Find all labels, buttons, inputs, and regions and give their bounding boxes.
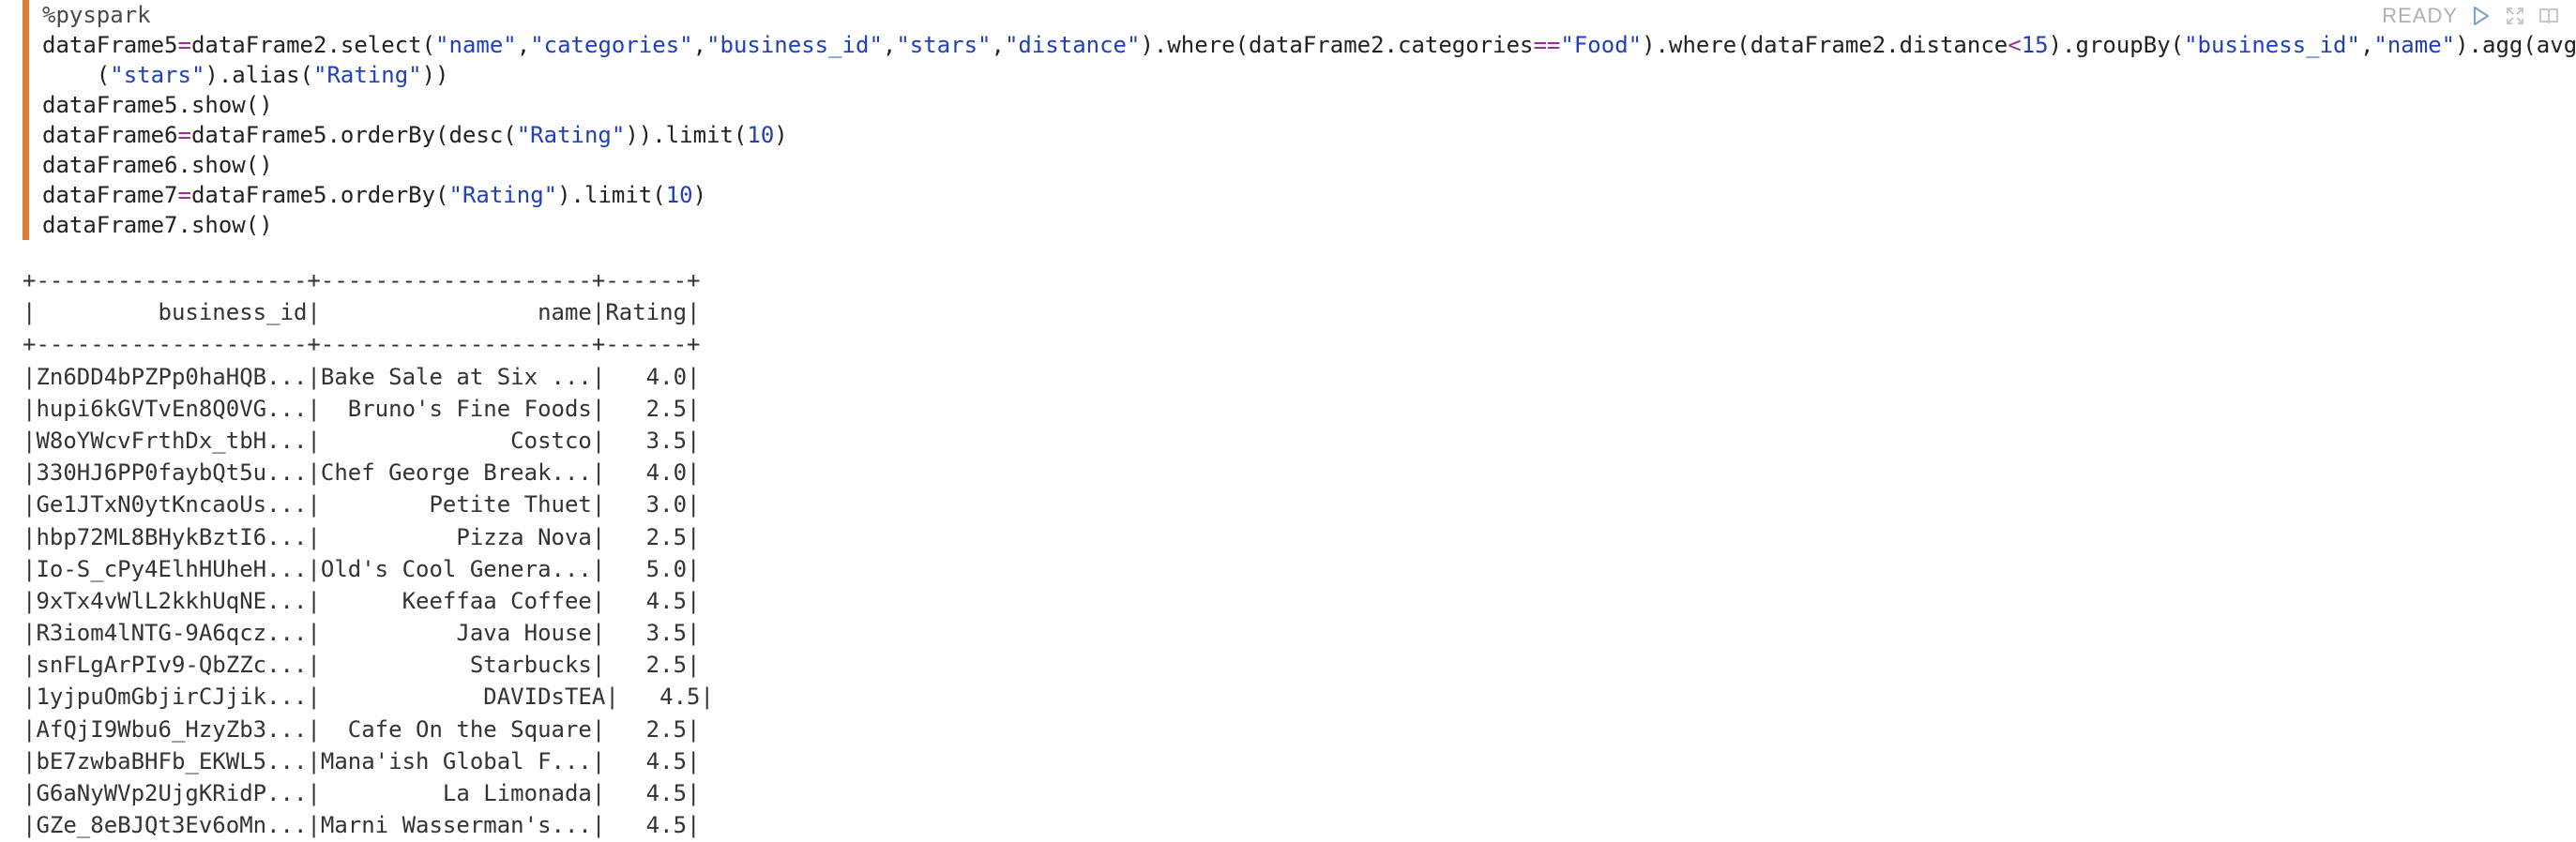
code-token: )).limit( [625,122,748,148]
code-token: dataFrame5 [42,32,178,58]
table-row: |hupi6kGVTvEn8Q0VG...| Bruno's Fine Food… [23,395,701,422]
code-token: , [516,32,531,58]
code-token: "business_id" [2184,32,2360,58]
code-line[interactable]: dataFrame5.show() [42,90,2555,120]
table-row: |GZe_8eBJQt3Ev6oMn...|Marni Wasserman's.… [23,812,701,839]
table-row: |G6aNyWVp2UjgKRidP...| La Limonada| 4.5| [23,780,701,806]
code-token: ) [774,122,788,148]
code-line[interactable]: dataFrame6.show() [42,150,2555,180]
code-token: ).groupBy( [2048,32,2185,58]
code-line[interactable]: dataFrame7.show() [42,210,2555,240]
code-token: 15 [2021,32,2049,58]
code-token: , [991,32,1005,58]
code-token: "stars" [110,62,205,88]
code-token: ).agg(avg [2455,32,2576,58]
table-row: |Io-S_cPy4ElhHUheH...|Old's Cool Genera.… [23,555,701,582]
code-token: dataFrame5.orderBy(desc( [190,122,517,148]
table-row: |330HJ6PP0faybQt5u...|Chef George Break.… [23,459,701,487]
code-token: dataFrame6 [42,122,178,148]
code-token: "distance" [1004,32,1141,58]
table-row: |Zn6DD4bPZPp0haHQB...|Bake Sale at Six .… [23,363,701,390]
code-token: ).where(dataFrame2.distance [1642,32,2008,58]
table-row: |1yjpuOmGbjirCJjik...| DAVIDsTEA| 4.5| [23,684,714,711]
paragraph-control-bar: READY [2372,2,2559,30]
table-row: |W8oYWcvFrthDx_tbH...| Costco| 3.5| [23,427,701,454]
code-token: , [692,32,707,58]
notebook-paragraph: READY %pyspark dataFrame5=dataFrame2.sele… [0,0,2576,842]
play-icon[interactable] [2471,6,2492,26]
code-editor[interactable]: %pyspark dataFrame5=dataFrame2.select("na… [23,0,2576,240]
code-token: dataFrame7.show() [42,212,273,238]
code-token: dataFrame2.select( [190,32,436,58]
code-token: "Food" [1560,32,1643,58]
code-token: %pyspark [42,2,151,28]
code-token: == [1533,32,1561,58]
code-token: < [2008,32,2022,58]
code-line[interactable]: %pyspark [42,0,2555,30]
table-row: |AfQjI9Wbu6_HzyZb3...| Cafe On the Squar… [23,715,701,743]
code-block[interactable]: %pyspark dataFrame5=dataFrame2.select("na… [29,0,2576,240]
expand-icon[interactable] [2505,6,2525,26]
code-token: "Rating" [313,62,422,88]
code-line[interactable]: dataFrame6=dataFrame5.orderBy(desc("Rati… [42,120,2555,150]
code-token: ).limit( [557,182,666,208]
code-token: "name" [2373,32,2456,58]
code-token: "Rating" [448,182,558,208]
code-token: = [177,182,191,208]
code-line[interactable]: dataFrame5=dataFrame2.select("name","cat… [42,30,2576,60]
code-token: "stars" [896,32,992,58]
code-token: dataFrame5.show() [42,92,273,118]
code-line[interactable]: ("stars").alias("Rating")) [42,60,2555,90]
table-row: |bE7zwbaBHFb_EKWL5...|Mana'ish Global F.… [23,747,701,774]
code-token: "business_id" [706,32,883,58]
code-token: )) [421,62,449,88]
code-token: "categories" [530,32,693,58]
code-token: ( [42,62,111,88]
code-token: = [177,122,191,148]
result-output: +--------------------+------------------… [23,264,714,841]
code-token: "Rating" [516,122,626,148]
code-token: , [882,32,897,58]
code-token: 10 [747,122,775,148]
code-token: = [177,32,191,58]
code-token: ).alias( [205,62,313,88]
code-token: dataFrame6.show() [42,152,273,178]
table-border: +--------------------+------------------… [23,331,701,358]
table-row: |R3iom4lNTG-9A6qcz...| Java House| 3.5| [23,620,701,647]
table-row: |9xTx4vWlL2kkhUqNE...| Keeffaa Coffee| 4… [23,587,701,614]
table-row: |hbp72ML8BHykBztI6...| Pizza Nova| 2.5| [23,523,701,550]
status-label: READY [2382,4,2458,27]
code-token: dataFrame7 [42,182,178,208]
code-token: dataFrame5.orderBy( [190,182,449,208]
code-token: ).where(dataFrame2.categories [1140,32,1534,58]
code-line[interactable]: dataFrame7=dataFrame5.orderBy("Rating").… [42,180,2555,210]
code-token: 10 [665,182,693,208]
book-icon[interactable] [2538,6,2559,26]
table-row: |snFLgArPIv9-QbZZc...| Starbucks| 2.5| [23,652,701,679]
table-header-row: | business_id| name|Rating| [23,299,701,326]
code-token: "name" [435,32,517,58]
table-border: +--------------------+------------------… [23,267,701,293]
code-token: ) [692,182,707,208]
table-row: |Ge1JTxN0ytKncaoUs...| Petite Thuet| 3.0… [23,491,701,519]
code-token: , [2359,32,2374,58]
